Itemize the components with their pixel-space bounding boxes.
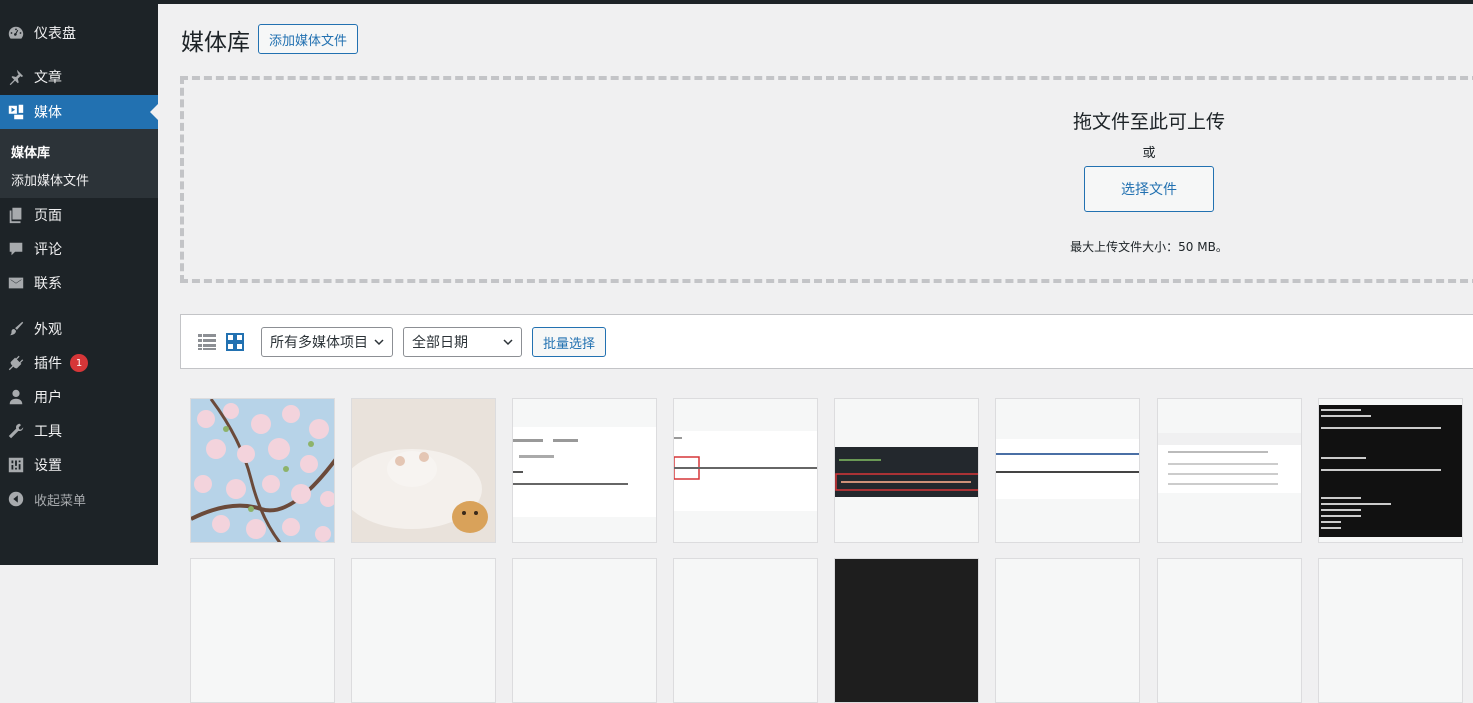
cherry-blossom-image [191,399,334,542]
admin-sidebar: 仪表盘 文章 媒体 媒体库 添加媒体文件 页面 评论 联系 外观 插件 1 用户 [0,0,158,565]
screenshot-content [996,453,1139,473]
sidebar-item-pages[interactable]: 页面 [0,199,158,231]
sidebar-item-label: 工具 [34,424,62,440]
media-thumbnail[interactable] [995,558,1140,703]
collapse-menu-label: 收起菜单 [34,493,87,509]
baby-photo-image [352,399,495,542]
screenshot-preview [513,427,656,517]
sidebar-item-label: 文章 [34,70,62,86]
max-upload-size-text: 最大上传文件大小：50 MB。 [1070,240,1228,254]
media-thumbnail[interactable] [1157,398,1302,543]
date-filter[interactable]: 全部日期 [403,327,522,357]
date-filter-value: 全部日期 [412,335,468,351]
media-thumbnail[interactable] [512,558,657,703]
page-icon [6,205,26,225]
media-thumbnail[interactable] [190,398,335,543]
media-thumbnail[interactable] [673,558,818,703]
collapse-menu-button[interactable]: 收起菜单 [0,483,158,515]
media-submenu: 媒体库 添加媒体文件 [0,129,158,198]
media-type-filter-value: 所有多媒体项目 [270,335,368,351]
mail-icon [6,273,26,293]
bulk-select-button[interactable]: 批量选择 [532,327,606,357]
screenshot-content [835,459,978,491]
media-thumbnail[interactable] [351,398,496,543]
chevron-down-icon [374,339,384,346]
brush-icon [6,319,26,339]
list-view-icon[interactable] [198,333,216,351]
sidebar-item-plugins[interactable]: 插件 1 [0,347,158,379]
sidebar-item-settings[interactable]: 设置 [0,449,158,481]
media-thumbnail[interactable] [995,398,1140,543]
sidebar-item-posts[interactable]: 文章 [0,61,158,93]
grid-view-icon[interactable] [226,333,244,351]
submenu-item-add-new[interactable]: 添加媒体文件 [11,170,89,189]
add-media-button[interactable]: 添加媒体文件 [258,24,358,54]
sidebar-item-label: 插件 [34,356,62,372]
sidebar-item-label: 用户 [34,390,62,406]
update-count-badge: 1 [70,354,88,372]
screenshot-content [513,439,628,485]
sidebar-item-label: 页面 [34,208,62,224]
media-thumbnail[interactable] [1318,558,1463,703]
terminal-screenshot-preview [1319,405,1462,537]
sidebar-item-users[interactable]: 用户 [0,381,158,413]
select-files-button[interactable]: 选择文件 [1084,166,1214,212]
screenshot-preview [996,439,1139,499]
dashboard-icon [6,23,26,43]
media-type-filter[interactable]: 所有多媒体项目 [261,327,393,357]
chevron-down-icon [503,339,513,346]
media-thumbnail[interactable] [1318,398,1463,543]
media-thumbnail[interactable] [512,398,657,543]
sidebar-item-dashboard[interactable]: 仪表盘 [0,17,158,49]
media-thumbnail[interactable] [834,398,979,543]
sidebar-item-contact[interactable]: 联系 [0,267,158,299]
sidebar-item-tools[interactable]: 工具 [0,415,158,447]
code-screenshot-preview [835,447,978,497]
media-thumbnail[interactable] [834,558,979,703]
or-text: 或 [1142,146,1156,161]
screenshot-preview [674,431,817,511]
drop-files-text: 拖文件至此可上传 [1072,111,1225,133]
media-thumbnail[interactable] [1157,558,1302,703]
wrench-icon [6,421,26,441]
media-thumbnail[interactable] [190,558,335,703]
sidebar-item-label: 设置 [34,458,62,474]
user-icon [6,387,26,407]
screenshot-content [1321,409,1441,529]
screenshot-content [674,437,817,480]
media-thumbnail[interactable] [673,398,818,543]
sidebar-item-label: 联系 [34,276,62,292]
media-thumbnail[interactable] [351,558,496,703]
pin-icon [6,67,26,87]
screenshot-preview [1158,433,1301,493]
page-title: 媒体库 [181,30,250,56]
sidebar-item-appearance[interactable]: 外观 [0,313,158,345]
collapse-arrow-icon [6,489,26,509]
settings-icon [6,455,26,475]
plugin-icon [6,353,26,373]
sidebar-item-label: 仪表盘 [34,26,76,42]
admin-top-bar [0,0,1473,4]
sidebar-item-label: 外观 [34,322,62,338]
screenshot-content [1158,433,1301,485]
